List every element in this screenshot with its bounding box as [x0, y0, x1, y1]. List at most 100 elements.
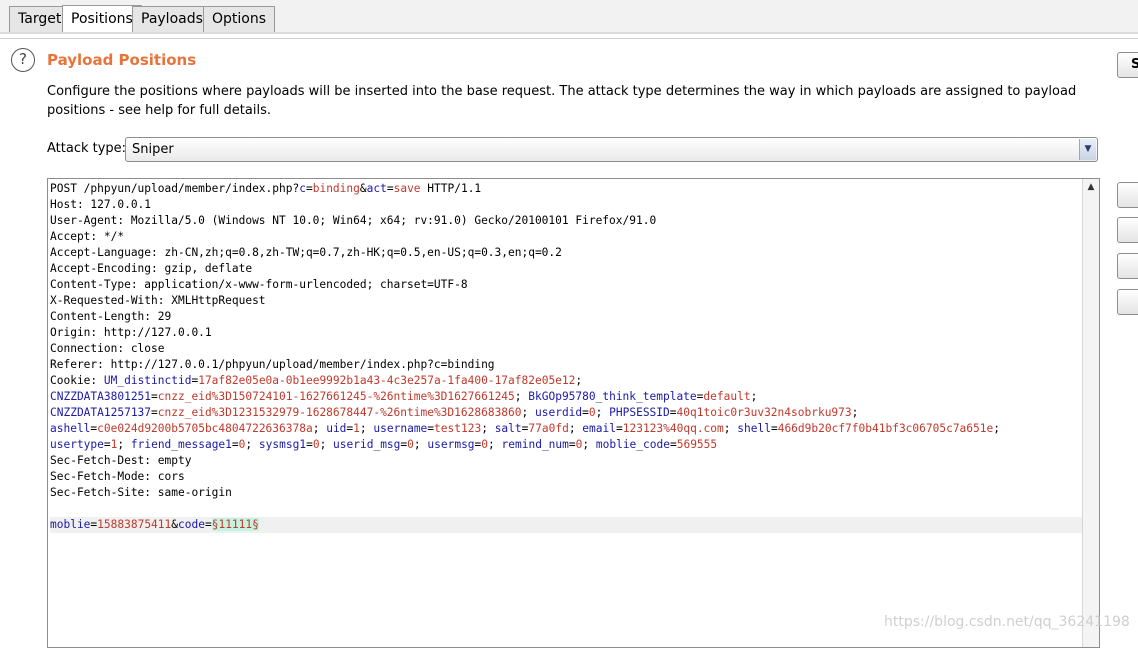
cookie-name: usertype	[50, 438, 104, 451]
attack-type-label: Attack type:	[47, 141, 127, 156]
param-value: binding	[312, 182, 360, 195]
start-attack-button[interactable]: S	[1117, 52, 1138, 78]
cookie-name: CNZZDATA3801251	[50, 390, 152, 403]
header-text: X-Requested-With: XMLHttpRequest	[50, 294, 266, 307]
tab-options[interactable]: Options	[203, 6, 276, 32]
cookie-name: PHPSESSID	[609, 406, 670, 419]
request-line: Accept-Language: zh-CN,zh;q=0.8,zh-TW;q=…	[50, 245, 1084, 261]
separator: ;	[488, 438, 502, 451]
ampersand: &	[171, 518, 179, 531]
cookie-value: c0e024d9200b5705bc4804722636378a	[97, 422, 313, 435]
header-text: Sec-Fetch-Dest: empty	[50, 454, 192, 467]
separator: ;	[595, 406, 610, 419]
request-line: Sec-Fetch-Dest: empty	[50, 453, 1084, 469]
tab-divider	[0, 32, 1138, 34]
param-value: save	[393, 182, 421, 195]
body-param-name: moblie	[50, 518, 91, 531]
header-text: Connection: close	[50, 342, 165, 355]
request-line: Sec-Fetch-Site: same-origin	[50, 485, 1084, 501]
request-text[interactable]: POST /phpyun/upload/member/index.php?c=b…	[50, 181, 1084, 533]
body-param-name: code	[178, 518, 205, 531]
attack-type-select[interactable]: Sniper ▼	[125, 137, 1098, 162]
request-line: Cookie: UM_distinctid=17af82e05e0a-0b1ee…	[50, 373, 1084, 389]
equals: =	[151, 406, 158, 419]
cookie-value: cnzz_eid%3D1231532979-1628678447-%26ntim…	[157, 406, 522, 419]
equals: =	[669, 406, 677, 419]
request-line: Connection: close	[50, 341, 1084, 357]
cookie-name: moblie_code	[595, 438, 670, 451]
separator: ;	[245, 438, 259, 451]
cookie-value: 0	[312, 438, 320, 451]
request-line: Content-Type: application/x-www-form-url…	[50, 277, 1084, 293]
cookie-value: 77a0fd	[528, 422, 569, 435]
request-line: POST /phpyun/upload/member/index.php?c=b…	[50, 181, 1084, 197]
equals: =	[615, 422, 623, 435]
separator: ;	[575, 374, 589, 387]
equals: =	[669, 438, 677, 451]
equals: =	[204, 518, 212, 531]
separator: ;	[568, 422, 583, 435]
request-line: moblie=15883875411&code=§11111§	[50, 517, 1084, 533]
cookie-value: 0	[588, 406, 596, 419]
header-text: Content-Type: application/x-www-form-url…	[50, 278, 468, 291]
request-line: Content-Length: 29	[50, 309, 1084, 325]
editor-scrollbar[interactable]: ▲	[1082, 179, 1099, 647]
separator: ;	[521, 406, 535, 419]
request-line: usertype=1; friend_message1=0; sysmsg1=0…	[50, 437, 1084, 453]
request-line: Accept-Encoding: gzip, deflate	[50, 261, 1084, 277]
separator: ;	[413, 438, 428, 451]
cookie-name: usermsg	[427, 438, 475, 451]
tab-payloads[interactable]: Payloads	[132, 6, 212, 32]
separator: ;	[312, 422, 327, 435]
request-line: CNZZDATA3801251=cnzz_eid%3D150724101-162…	[50, 389, 1084, 405]
separator: ;	[117, 438, 131, 451]
separator: ;	[582, 438, 596, 451]
cookie-value: test123	[434, 422, 482, 435]
watermark: https://blog.csdn.net/qq_36241198	[884, 614, 1130, 630]
refresh-button[interactable]	[1117, 289, 1138, 315]
cookie-value: 0	[407, 438, 414, 451]
request-line: Origin: http://127.0.0.1	[50, 325, 1084, 341]
cookie-name: shell	[737, 422, 771, 435]
equals: =	[231, 438, 239, 451]
cookie-name: salt	[494, 422, 522, 435]
cookie-name: UM_distinctid	[103, 374, 192, 387]
header-text: Sec-Fetch-Mode: cors	[50, 470, 185, 483]
cookie-value: default	[703, 390, 751, 403]
equals: =	[306, 438, 313, 451]
cookie-name: sysmsg1	[258, 438, 307, 451]
equals: =	[103, 438, 111, 451]
attack-type-value: Sniper	[132, 142, 174, 157]
auto-marker-button[interactable]	[1117, 253, 1138, 279]
header-text: User-Agent: Mozilla/5.0 (Windows NT 10.0…	[50, 214, 657, 227]
header-text: Accept-Encoding: gzip, deflate	[50, 262, 253, 275]
separator: ;	[993, 422, 1007, 435]
separator: ;	[851, 406, 866, 419]
clear-marker-button[interactable]	[1117, 217, 1138, 243]
header-text: Host: 127.0.0.1	[50, 198, 152, 211]
equals: =	[582, 406, 589, 419]
header-text: Origin: http://127.0.0.1	[50, 326, 212, 339]
cookie-name: uid	[326, 422, 347, 435]
header-text: Accept-Language: zh-CN,zh;q=0.8,zh-TW;q=…	[50, 246, 562, 259]
panel-title: Payload Positions	[47, 51, 197, 69]
request-line: X-Requested-With: XMLHttpRequest	[50, 293, 1084, 309]
cookie-value: 569555	[676, 438, 718, 451]
equals: =	[568, 438, 576, 451]
separator: ;	[723, 422, 738, 435]
tab-positions[interactable]: Positions	[62, 5, 142, 33]
chevron-down-icon[interactable]: ▼	[1079, 139, 1096, 160]
param-name: act	[366, 182, 387, 195]
request-editor[interactable]: POST /phpyun/upload/member/index.php?c=b…	[47, 178, 1100, 648]
scroll-up-icon[interactable]: ▲	[1083, 179, 1099, 195]
help-icon[interactable]: ?	[11, 48, 35, 72]
equals: =	[305, 182, 313, 195]
add-marker-button[interactable]	[1117, 182, 1138, 208]
cookie-name: CNZZDATA1257137	[50, 406, 152, 419]
body-param-value: 15883875411	[97, 518, 172, 531]
separator: ;	[481, 422, 495, 435]
separator: ;	[359, 422, 374, 435]
ampersand: &	[359, 182, 367, 195]
cookie-name: username	[373, 422, 428, 435]
cookie-name: email	[582, 422, 616, 435]
